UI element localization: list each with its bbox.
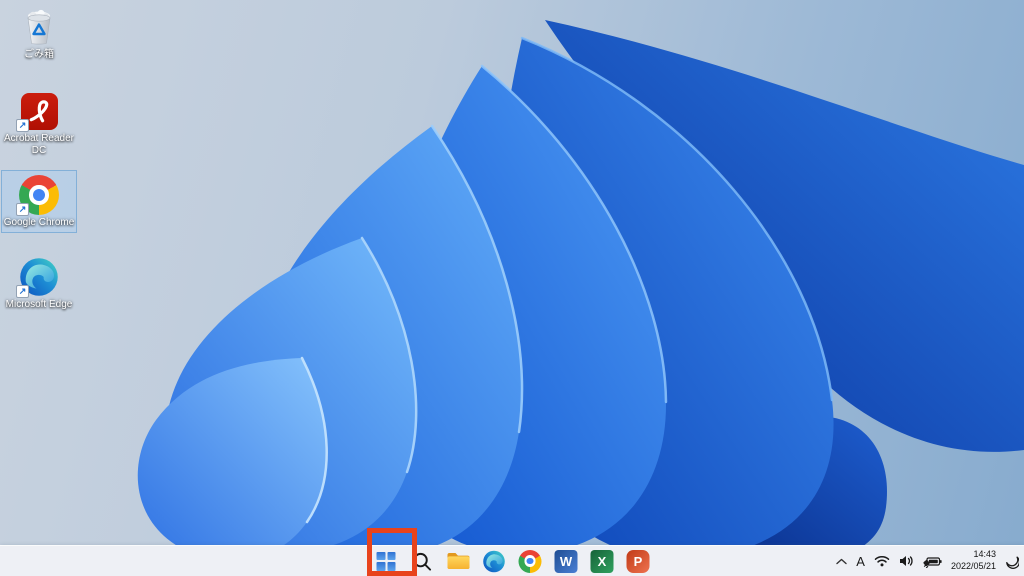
google-chrome-icon: ↗ [16, 175, 60, 216]
battery-charging-icon[interactable] [923, 555, 942, 568]
system-tray: A 14:43 2022/05/21 [836, 546, 1019, 576]
desktop-icon-label: Acrobat Reader DC [3, 133, 75, 156]
excel-icon: X [590, 549, 614, 573]
folder-icon [447, 553, 469, 569]
clock-time: 14:43 [973, 549, 996, 560]
desktop-icon-label: Google Chrome [3, 217, 75, 228]
desktop-icon-microsoft-edge[interactable]: ↗ Microsoft Edge [1, 252, 77, 315]
windows-11-desktop: { "wallpaper": { "name": "windows-11-blo… [0, 0, 1024, 576]
wifi-icon[interactable] [874, 555, 890, 567]
excel-letter: X [597, 553, 607, 569]
tray-chevron-up-icon[interactable] [836, 558, 847, 565]
windows-logo-icon [376, 551, 396, 571]
desktop-wallpaper-bloom [0, 0, 1024, 576]
clock-date: 2022/05/21 [950, 561, 996, 571]
powerpoint-letter: P [633, 553, 643, 569]
microsoft-edge-icon: ↗ [16, 257, 60, 298]
acrobat-reader-icon: ↗ [16, 91, 60, 132]
word-letter: W [559, 553, 573, 569]
microsoft-edge-icon [483, 550, 505, 572]
google-chrome-icon [518, 549, 542, 573]
shortcut-arrow-icon: ↗ [16, 203, 29, 216]
word-taskbar-button[interactable]: W [554, 549, 579, 574]
taskbar: W X P A 14:43 2022/05/21 [0, 545, 1024, 576]
chrome-taskbar-button[interactable] [518, 549, 543, 574]
desktop-icon-google-chrome[interactable]: ↗ Google Chrome [1, 170, 77, 233]
word-icon: W [554, 549, 578, 573]
file-explorer-button[interactable] [446, 549, 471, 574]
shortcut-arrow-icon: ↗ [16, 285, 29, 298]
taskbar-center-buttons: W X P [374, 546, 651, 576]
recycle-bin-icon [18, 7, 60, 47]
focus-assist-moon-icon[interactable] [1005, 554, 1019, 569]
start-button[interactable] [374, 549, 399, 574]
excel-taskbar-button[interactable]: X [590, 549, 615, 574]
powerpoint-taskbar-button[interactable]: P [626, 549, 651, 574]
shortcut-arrow-icon: ↗ [16, 119, 29, 132]
taskbar-clock[interactable]: 14:43 2022/05/21 [951, 549, 996, 572]
ime-mode-indicator[interactable]: A [856, 554, 865, 569]
edge-taskbar-button[interactable] [482, 549, 507, 574]
desktop-icon-recycle-bin[interactable]: ごみ箱 [1, 2, 77, 65]
desktop-icon-label: Microsoft Edge [5, 299, 73, 310]
desktop-icon-label: ごみ箱 [24, 49, 54, 60]
volume-icon[interactable] [899, 555, 914, 567]
powerpoint-icon: P [626, 549, 650, 573]
desktop-icon-acrobat-reader[interactable]: ↗ Acrobat Reader DC [1, 86, 77, 160]
search-button[interactable] [410, 549, 435, 574]
search-icon [413, 552, 432, 571]
